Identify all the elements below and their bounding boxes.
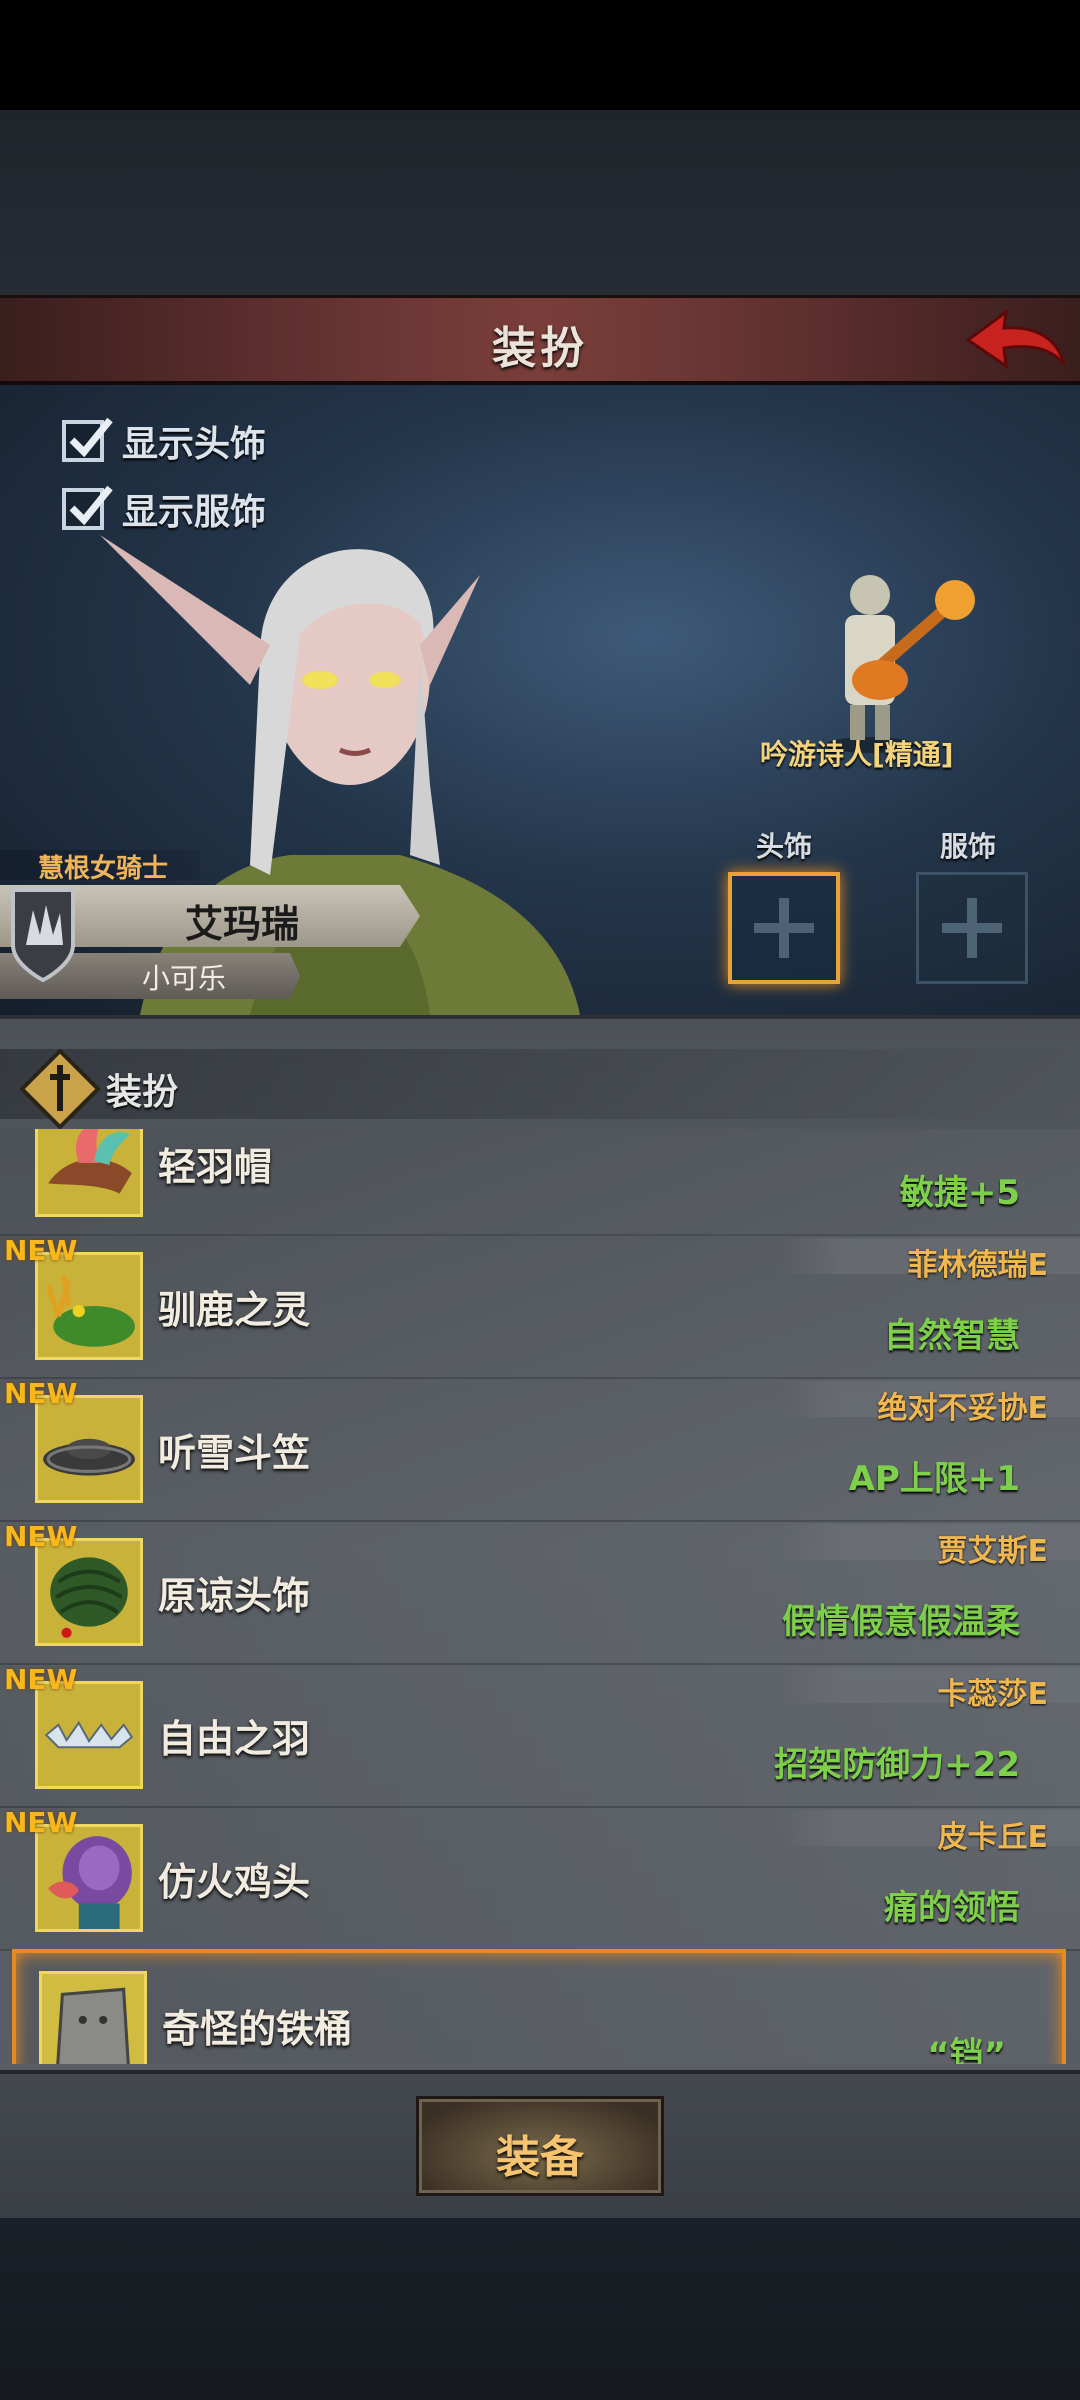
item-effect: “铛” [927,2035,1006,2064]
item-owner: 贾艾斯E [937,1534,1049,1569]
item-effect: 痛的领悟 [884,1888,1020,1928]
list-item[interactable]: NEW 原谅头饰 贾艾斯E 假情假意假温柔 [0,1520,1080,1665]
show-outfit-checkbox[interactable] [62,485,113,530]
page-title: 装扮 [492,323,588,374]
show-outfit-label: 显示服饰 [122,492,267,533]
list-item[interactable]: NEW 驯鹿之灵 菲林德瑞E 自然智慧 [0,1234,1080,1379]
straw-hat-icon [35,1395,143,1503]
bottom-bar: 装备 [0,2070,1080,2222]
checkmark-icon [69,485,113,526]
new-badge: NEW [4,1234,78,1267]
back-button[interactable] [960,304,1070,380]
status-bar-area [0,0,1080,110]
turkey-head-icon [35,1824,143,1932]
outfit-list-panel: 装扮 轻羽帽 敏捷+5 NEW 驯鹿之灵 菲林德瑞E 自然智慧 NEW 听雪斗笠 [0,1015,1080,2074]
cross-placeholder-icon [754,898,814,958]
feather-hat-icon [35,1129,143,1217]
show-outfit-toggle[interactable]: 显示服饰 [62,483,266,535]
item-name: 奇怪的铁桶 [162,2007,353,2051]
reindeer-spirit-icon [35,1252,143,1360]
item-effect: 自然智慧 [884,1316,1020,1356]
show-headwear-checkbox[interactable] [62,417,113,462]
character-name: 艾玛瑞 [185,902,300,946]
list-item[interactable]: 轻羽帽 敏捷+5 [0,1129,1080,1236]
character-subtitle: 小可乐 [142,962,227,995]
list-item[interactable]: NEW 自由之羽 卡蕊莎E 招架防御力+22 [0,1663,1080,1808]
dagger-diamond-icon [20,1049,100,1129]
new-badge: NEW [4,1520,78,1553]
character-preview: 显示头饰 显示服饰 吟游诗人[精通] 头饰 服饰 慧根女骑士 艾玛瑞 小可乐 [0,385,1080,1015]
list-title: 装扮 [106,1072,179,1113]
item-owner: 菲林德瑞E [907,1248,1049,1283]
green-hat-icon [35,1538,143,1646]
item-owner: 皮卡丘E [937,1820,1049,1855]
item-name: 轻羽帽 [158,1145,273,1189]
checkmark-icon [69,417,113,458]
title-bar: 装扮 [0,295,1080,385]
crest-icon [11,888,75,983]
equip-button-label: 装备 [496,2132,584,2183]
item-effect: 敏捷+5 [899,1173,1020,1213]
outfit-slot[interactable] [916,872,1028,984]
item-name: 原谅头饰 [158,1574,311,1618]
item-name: 自由之羽 [158,1717,311,1761]
bard-name: 吟游诗人[精通] [760,738,954,771]
item-effect: 假情假意假温柔 [782,1602,1020,1642]
item-owner: 卡蕊莎E [937,1677,1049,1712]
new-badge: NEW [4,1806,78,1839]
silver-feather-icon [35,1681,143,1789]
outfit-list[interactable]: 轻羽帽 敏捷+5 NEW 驯鹿之灵 菲林德瑞E 自然智慧 NEW 听雪斗笠 绝对… [0,1129,1080,2064]
item-owner: 绝对不妥协E [877,1391,1049,1426]
show-headwear-toggle[interactable]: 显示头饰 [62,415,266,467]
item-effect: AP上限+1 [848,1459,1020,1499]
new-badge: NEW [4,1377,78,1410]
top-background [0,110,1080,295]
back-arrow-icon [965,308,1066,370]
headwear-slot-label: 头饰 [756,830,813,863]
new-badge: NEW [4,1663,78,1696]
bottom-background [0,2218,1080,2400]
item-effect: 招架防御力+22 [774,1745,1020,1785]
list-item[interactable]: NEW 听雪斗笠 绝对不妥协E AP上限+1 [0,1377,1080,1522]
list-item[interactable]: NEW 仿火鸡头 皮卡丘E 痛的领悟 [0,1806,1080,1951]
item-name: 听雪斗笠 [158,1431,311,1475]
item-name: 仿火鸡头 [158,1860,311,1904]
show-headwear-label: 显示头饰 [122,424,267,465]
character-class: 慧根女骑士 [38,854,169,884]
bard-figure [825,575,975,753]
item-name: 驯鹿之灵 [158,1288,311,1332]
cross-placeholder-icon [942,898,1002,958]
headwear-slot[interactable] [728,872,840,984]
equip-button[interactable]: 装备 [416,2096,664,2196]
iron-bucket-icon [39,1971,147,2064]
list-header: 装扮 [0,1049,1080,1129]
outfit-slot-label: 服饰 [940,830,997,863]
list-item-selected[interactable]: 奇怪的铁桶 “铛” [12,1949,1066,2064]
